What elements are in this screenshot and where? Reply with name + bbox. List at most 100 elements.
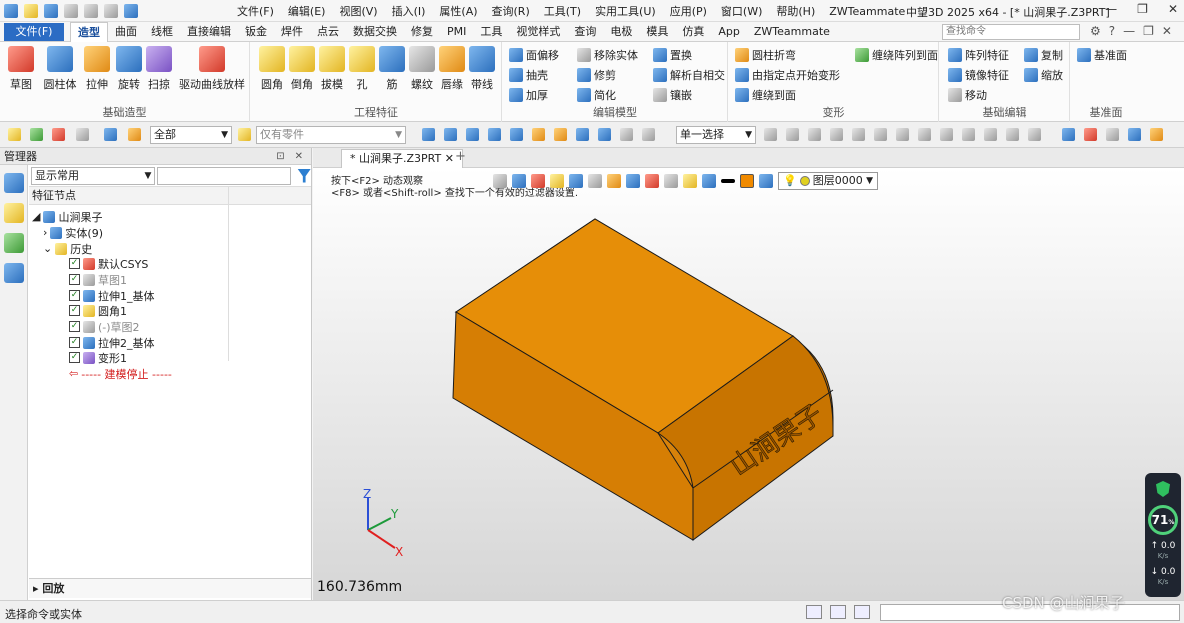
visibility-checkbox[interactable]: ✓ xyxy=(69,305,80,316)
visibility-checkbox[interactable]: ✓ xyxy=(69,290,80,301)
snap-icon-4[interactable] xyxy=(830,128,843,141)
menu-query[interactable]: 查询(R) xyxy=(485,3,537,19)
extrude-button[interactable]: 拉伸 xyxy=(80,46,114,92)
thicken-button[interactable]: 加厚 xyxy=(509,86,548,104)
tree-node-extrude2[interactable]: ✓ 拉伸2_基体 xyxy=(69,335,155,350)
snap-icon-2[interactable] xyxy=(786,128,799,141)
tab-tools[interactable]: 工具 xyxy=(473,22,509,42)
tab-weldment[interactable]: 焊件 xyxy=(274,22,310,42)
toolbar-icon-4[interactable] xyxy=(488,128,501,141)
menu-zwteammate[interactable]: ZWTeammate xyxy=(822,5,912,18)
loft-button[interactable]: 驱动曲线放样 xyxy=(178,46,246,92)
visibility-checkbox[interactable]: ✓ xyxy=(69,274,80,285)
face-offset-button[interactable]: 面偏移 xyxy=(509,46,559,64)
ribbon-close-icon[interactable]: ✕ xyxy=(1162,24,1172,38)
snap-icon-9[interactable] xyxy=(940,128,953,141)
trim-button[interactable]: 修剪 xyxy=(577,66,616,84)
add-icon[interactable] xyxy=(30,128,43,141)
help-icon[interactable]: ? xyxy=(1109,24,1115,38)
document-tab[interactable]: * 山涧果子.Z3PRT ✕ xyxy=(341,149,463,168)
single-select-select[interactable]: 单一选择 ▼ xyxy=(676,126,756,144)
snap-icon-3[interactable] xyxy=(808,128,821,141)
draft-button[interactable]: 拔模 xyxy=(315,46,349,92)
toolbar-icon-8[interactable] xyxy=(576,128,589,141)
performance-widget[interactable]: 71% ↑ 0.0 K/s ↓ 0.0 K/s xyxy=(1145,473,1181,597)
view-manager-icon[interactable] xyxy=(3,233,24,253)
select-box-icon[interactable] xyxy=(76,128,89,141)
toolbar-icon-3[interactable] xyxy=(466,128,479,141)
screen-icon[interactable] xyxy=(830,605,846,619)
snap-icon-13[interactable] xyxy=(1028,128,1041,141)
tree-node-stop-marker[interactable]: ⇦ ----- 建模停止 ----- xyxy=(69,366,172,381)
deform-from-point-button[interactable]: 由指定点开始变形 xyxy=(735,66,840,84)
expand-icon[interactable]: › xyxy=(43,226,47,239)
collapse-icon[interactable]: ◢ xyxy=(32,210,40,223)
menu-file[interactable]: 文件(F) xyxy=(230,3,281,19)
pattern-feature-button[interactable]: 阵列特征 xyxy=(948,46,1009,64)
user-icon[interactable] xyxy=(3,263,24,283)
toolbar-icon-13[interactable] xyxy=(1128,128,1141,141)
thread-button[interactable]: 螺纹 xyxy=(405,46,439,92)
tab-electrode[interactable]: 电极 xyxy=(603,22,639,42)
new-file-icon[interactable] xyxy=(24,4,38,18)
hole-button[interactable]: 孔 xyxy=(345,46,379,92)
shell-button[interactable]: 抽壳 xyxy=(509,66,548,84)
toolbar-icon-12[interactable] xyxy=(1106,128,1119,141)
snap-icon-6[interactable] xyxy=(874,128,887,141)
sketch-button[interactable]: 草图 xyxy=(4,46,38,92)
shape-filter-icon[interactable] xyxy=(104,128,117,141)
datum-plane-button[interactable]: 基准面 xyxy=(1077,46,1127,64)
collapse-icon[interactable]: ⌄ xyxy=(43,242,52,255)
tab-pmi[interactable]: PMI xyxy=(440,22,473,42)
chamfer-button[interactable]: 倒角 xyxy=(285,46,319,92)
self-intersect-button[interactable]: 解析自相交 xyxy=(653,66,725,84)
menu-help[interactable]: 帮助(H) xyxy=(769,3,822,19)
tab-direct-edit[interactable]: 直接编辑 xyxy=(180,22,238,42)
assembly-icon[interactable] xyxy=(3,203,24,223)
part-only-select[interactable]: 仅有零件 ▼ xyxy=(256,126,406,144)
cylinder-button[interactable]: 圆柱体 xyxy=(40,46,80,92)
settings-icon[interactable]: ⚙ xyxy=(1090,24,1101,38)
snap-icon-1[interactable] xyxy=(764,128,777,141)
close-icon[interactable]: ✕ xyxy=(1168,2,1178,16)
snap-icon-7[interactable] xyxy=(896,128,909,141)
menu-insert[interactable]: 插入(I) xyxy=(385,3,433,19)
tree-node-history[interactable]: ⌄ 历史 xyxy=(43,241,92,256)
save-icon[interactable] xyxy=(44,4,58,18)
filter-all-select[interactable]: 全部 ▼ xyxy=(150,126,232,144)
part-filter-icon[interactable] xyxy=(238,128,251,141)
restore-icon[interactable]: ❐ xyxy=(1137,2,1148,16)
tree-node-csys[interactable]: ✓ 默认CSYS xyxy=(69,256,148,271)
tree-filter-input[interactable] xyxy=(157,166,292,185)
model-canvas[interactable]: 山涧果子 Z Y X xyxy=(313,168,1184,600)
pick-icon[interactable] xyxy=(8,128,21,141)
visibility-checkbox[interactable]: ✓ xyxy=(69,258,80,269)
toolbar-icon-9[interactable] xyxy=(598,128,611,141)
remove-icon[interactable] xyxy=(52,128,65,141)
toolbar-icon-6[interactable] xyxy=(532,128,545,141)
pin-icon[interactable]: ⊡ xyxy=(276,148,284,165)
print-icon[interactable] xyxy=(64,4,78,18)
playback-bar[interactable]: ▸ 回放 xyxy=(29,578,311,598)
toolbar-icon-2[interactable] xyxy=(444,128,457,141)
mirror-feature-button[interactable]: 镜像特征 xyxy=(948,66,1009,84)
menu-edit[interactable]: 编辑(E) xyxy=(281,3,333,19)
scale-button[interactable]: 缩放 xyxy=(1024,66,1063,84)
funnel-icon[interactable] xyxy=(297,168,311,183)
tab-repair[interactable]: 修复 xyxy=(404,22,440,42)
cylinder-bend-button[interactable]: 圆柱折弯 xyxy=(735,46,796,64)
toolbar-icon-10[interactable] xyxy=(620,128,633,141)
simplify-button[interactable]: 简化 xyxy=(577,86,616,104)
menu-apps[interactable]: 应用(P) xyxy=(663,3,714,19)
tab-app[interactable]: App xyxy=(711,22,747,42)
tab-close-icon[interactable]: ✕ xyxy=(445,152,454,165)
file-button[interactable]: 文件(F) xyxy=(4,23,64,41)
menu-tools[interactable]: 工具(T) xyxy=(537,3,588,19)
revolve-button[interactable]: 旋转 xyxy=(112,46,146,92)
tab-query[interactable]: 查询 xyxy=(567,22,603,42)
tab-modeling[interactable]: 造型 xyxy=(70,22,108,42)
menu-window[interactable]: 窗口(W) xyxy=(714,3,769,19)
toolbar-icon-14[interactable] xyxy=(1150,128,1163,141)
tab-wireframe[interactable]: 线框 xyxy=(144,22,180,42)
minimize-icon[interactable]: — xyxy=(1105,2,1117,16)
